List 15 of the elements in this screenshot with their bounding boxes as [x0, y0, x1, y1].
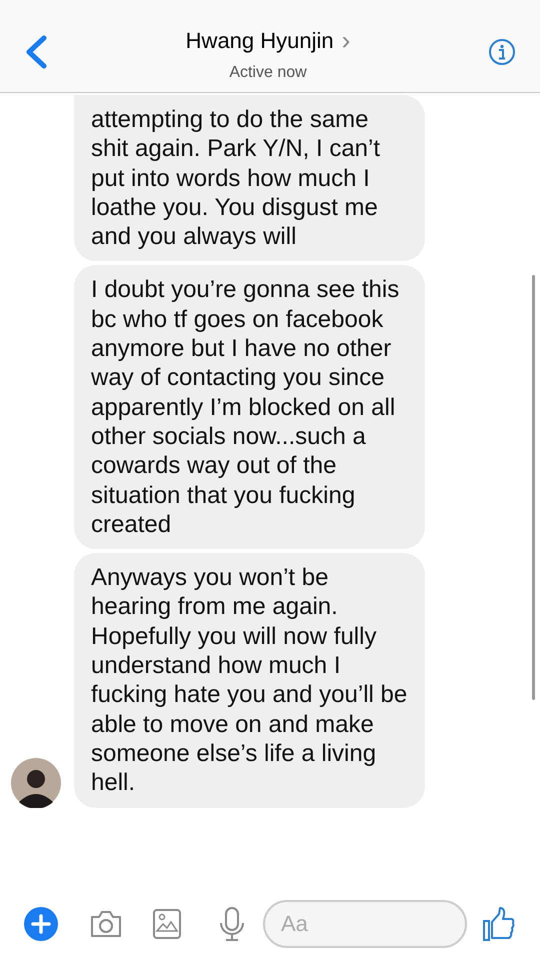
message-bubble: attempting to do the same shit again. Park Y/N, I can’t put into words how much I loathe you. You disgust me and you always will	[74, 95, 425, 262]
chevron-icon: ›	[342, 27, 350, 53]
message-bubble: I doubt you’re gonna see this bc who tf goes on facebook anymore but I have no other way of contacting you since apparently I’m blocked on all other socials now...such a cowards way out of the situation that you fucking created	[74, 265, 425, 550]
info-icon[interactable]	[488, 38, 516, 66]
plus-icon[interactable]	[24, 907, 58, 941]
image-icon[interactable]	[153, 909, 181, 939]
back-icon[interactable]	[24, 35, 48, 69]
contact-name[interactable]: Hwang Hyunjin	[186, 24, 334, 56]
active-status: Active now	[229, 62, 307, 82]
message-field[interactable]: Aa	[263, 900, 467, 948]
microphone-icon[interactable]	[219, 907, 245, 941]
thumbs-up-icon[interactable]	[483, 907, 515, 941]
avatar[interactable]	[11, 758, 61, 808]
message-bubble: Anyways you won’t be hearing from me again. Hopefully you will now fully understand how much I fucking hate you and you’ll be able to move on and make someone else’s life a living hell.	[74, 553, 425, 808]
camera-icon[interactable]	[89, 909, 123, 939]
